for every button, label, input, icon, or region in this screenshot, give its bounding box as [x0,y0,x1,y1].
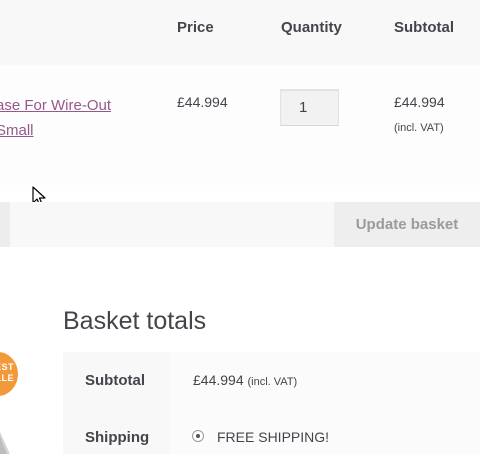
basket-totals-table: Subtotal £44.994 (incl. VAT) Shipping FR… [63,352,480,454]
item-subtotal-vat-note: (incl. VAT) [394,122,444,134]
cart-page: Price Quantity Subtotal ase For Wire-Out… [0,0,494,454]
totals-subtotal-label: Subtotal [85,372,145,389]
update-basket-button[interactable]: Update basket [334,202,480,247]
free-shipping-option-label[interactable]: FREE SHIPPING! [217,429,329,445]
cart-table-header: Price Quantity Subtotal [0,0,480,65]
item-price: £44.994 [177,94,228,110]
totals-subtotal-vat-note: (incl. VAT) [247,376,298,388]
product-name-line-1[interactable]: ase For Wire-Out [0,97,111,114]
badge-text-line-2: LLE [0,373,14,383]
coupon-input[interactable] [0,202,10,247]
product-name-line-2[interactable]: Small [0,122,34,139]
basket-totals-title: Basket totals [63,307,207,335]
cart-item-row: ase For Wire-Out Small £44.994 £44.994 (… [0,65,480,185]
subtotal-column-header: Subtotal [394,19,454,36]
item-subtotal: £44.994 [394,94,445,110]
totals-subtotal-value: £44.994 [193,372,244,388]
product-name-link[interactable]: ase For Wire-Out Small [0,93,126,143]
radio-selected-icon[interactable] [192,430,204,442]
badge-text-line-1: EST [0,362,14,372]
quantity-input[interactable] [280,89,339,126]
price-column-header: Price [177,19,214,36]
totals-shipping-label: Shipping [85,429,150,446]
best-seller-badge: EST LLE [0,352,18,396]
totals-subtotal-amount: £44.994 (incl. VAT) [193,372,297,388]
quantity-column-header: Quantity [281,19,342,36]
decorative-graphic [0,432,10,454]
cart-actions-row: Update basket [0,202,480,247]
